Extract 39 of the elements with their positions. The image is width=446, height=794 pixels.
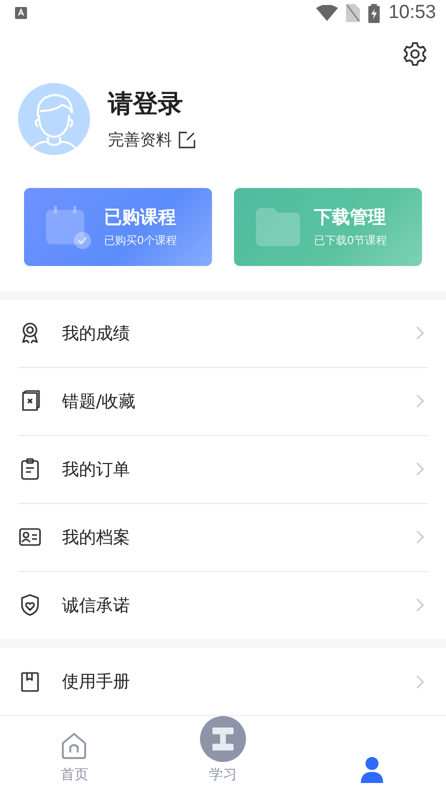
complete-profile-link[interactable]: 完善资料	[108, 130, 172, 151]
menu-item[interactable]: 我的成绩	[18, 300, 428, 368]
chevron-right-icon	[416, 530, 424, 544]
clock-time: 10:53	[388, 2, 436, 24]
login-prompt[interactable]: 请登录	[108, 86, 196, 120]
battery-charging-icon	[368, 4, 380, 23]
menu-item[interactable]: 我的档案	[18, 504, 428, 572]
home-icon	[61, 732, 88, 760]
no-sim-icon	[346, 4, 360, 22]
book-icon	[18, 670, 42, 694]
menu-label: 使用手册	[62, 671, 131, 694]
menu-item[interactable]: 使用手册	[18, 648, 428, 716]
card-title: 下载管理	[314, 206, 387, 230]
card-subtitle: 已购买0个课程	[104, 233, 177, 248]
settings-icon[interactable]	[402, 40, 428, 67]
edit-icon[interactable]	[178, 131, 196, 150]
chevron-right-icon	[416, 674, 424, 689]
keyboard-icon	[15, 7, 27, 20]
chevron-right-icon	[416, 598, 424, 612]
menu-label: 我的档案	[62, 526, 131, 549]
calendar-check-icon	[44, 204, 92, 250]
person-icon	[358, 756, 385, 784]
menu-label: 错题/收藏	[62, 390, 137, 413]
menu-item[interactable]: 诚信承诺	[18, 572, 428, 639]
card-subtitle: 已下载0节课程	[314, 233, 387, 248]
menu-label: 诚信承诺	[62, 594, 131, 617]
chevron-right-icon	[416, 394, 424, 408]
clipboard-icon	[18, 457, 42, 482]
menu-label: 我的成绩	[62, 322, 131, 345]
menu-item[interactable]: 我的订单	[18, 436, 428, 504]
menu-item[interactable]: 错题/收藏	[18, 368, 428, 436]
tab-label: 首页	[60, 766, 88, 784]
tab-label: 学习	[209, 766, 237, 784]
chevron-right-icon	[416, 462, 424, 476]
wifi-icon	[316, 5, 338, 22]
chevron-right-icon	[416, 326, 424, 340]
card-title: 已购课程	[104, 206, 177, 230]
menu-label: 我的订单	[62, 458, 131, 481]
shield-heart-icon	[18, 593, 42, 618]
